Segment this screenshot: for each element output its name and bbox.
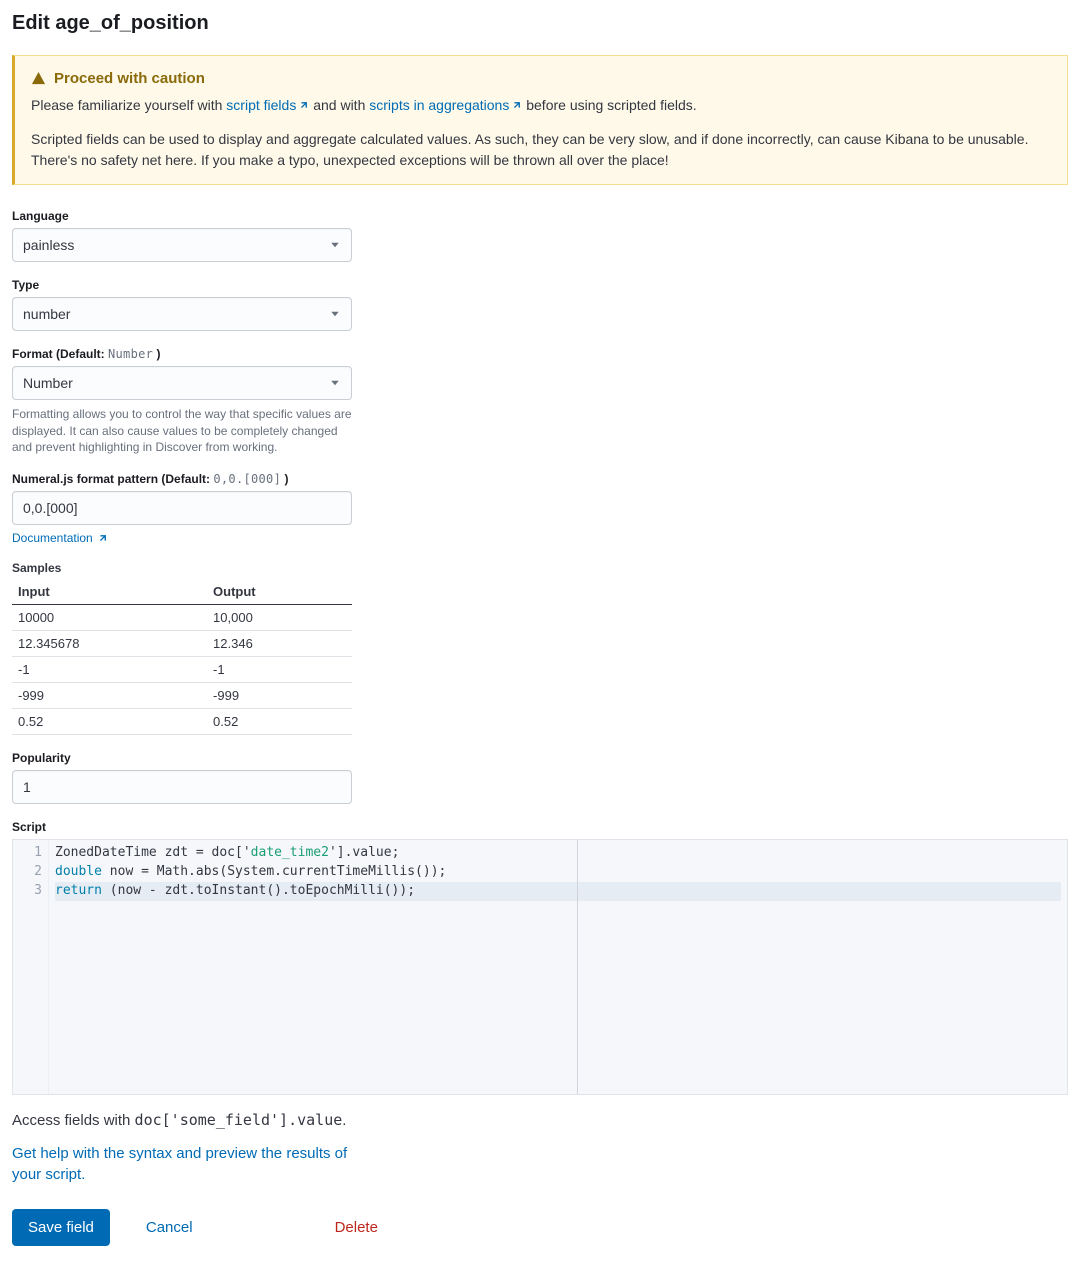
popularity-label: Popularity	[12, 751, 352, 765]
table-row: -999-999	[12, 683, 352, 709]
table-row: 1000010,000	[12, 605, 352, 631]
type-select[interactable]: number	[12, 297, 352, 331]
script-editor[interactable]: 1 2 3 ZonedDateTime zdt = doc['date_time…	[12, 839, 1068, 1095]
syntax-help-link[interactable]: Get help with the syntax and preview the…	[12, 1143, 352, 1185]
format-value: Number	[23, 375, 73, 391]
callout-heading: Proceed with caution	[31, 70, 1051, 87]
page-title: Edit age_of_position	[12, 12, 1068, 35]
popularity-value: 1	[23, 779, 31, 795]
script-fields-link[interactable]: script fields	[226, 97, 309, 113]
samples-header-input: Input	[12, 579, 207, 605]
format-help: Formatting allows you to control the way…	[12, 406, 352, 456]
scripts-aggregations-link[interactable]: scripts in aggregations	[369, 97, 522, 113]
type-value: number	[23, 306, 70, 322]
callout-heading-text: Proceed with caution	[54, 70, 205, 87]
popularity-input[interactable]: 1	[12, 770, 352, 804]
editor-cursor-guide	[577, 840, 578, 1094]
table-row: -1-1	[12, 657, 352, 683]
save-button[interactable]: Save field	[12, 1209, 110, 1246]
language-label: Language	[12, 209, 352, 223]
numeral-input[interactable]: 0,0.[000]	[12, 491, 352, 525]
numeral-label: Numeral.js format pattern (Default: 0,0.…	[12, 472, 352, 486]
caution-callout: Proceed with caution Please familiarize …	[12, 55, 1068, 185]
chevron-down-icon	[329, 308, 341, 320]
cancel-button[interactable]: Cancel	[140, 1209, 199, 1246]
numeral-value: 0,0.[000]	[23, 500, 78, 516]
editor-code[interactable]: ZonedDateTime zdt = doc['date_time2'].va…	[49, 840, 1067, 1094]
chevron-down-icon	[329, 377, 341, 389]
warning-icon	[31, 71, 46, 86]
samples-label: Samples	[12, 561, 352, 575]
language-value: painless	[23, 237, 74, 253]
access-hint: Access fields with doc['some_field'].val…	[12, 1111, 1068, 1129]
format-select[interactable]: Number	[12, 366, 352, 400]
language-select[interactable]: painless	[12, 228, 352, 262]
external-link-icon	[511, 100, 522, 111]
type-label: Type	[12, 278, 352, 292]
samples-header-output: Output	[207, 579, 352, 605]
callout-p2: Scripted fields can be used to display a…	[31, 129, 1051, 170]
delete-button[interactable]: Delete	[329, 1209, 384, 1246]
chevron-down-icon	[329, 239, 341, 251]
callout-p1: Please familiarize yourself with script …	[31, 95, 1051, 115]
documentation-link[interactable]: Documentation	[12, 531, 108, 545]
external-link-icon	[298, 100, 309, 111]
editor-gutter: 1 2 3	[13, 840, 49, 1094]
table-row: 12.34567812.346	[12, 631, 352, 657]
table-row: 0.520.52	[12, 709, 352, 735]
external-link-icon	[97, 533, 108, 544]
script-label: Script	[12, 820, 1068, 834]
samples-table: Input Output 1000010,000 12.34567812.346…	[12, 579, 352, 735]
format-label: Format (Default: Number )	[12, 347, 352, 361]
